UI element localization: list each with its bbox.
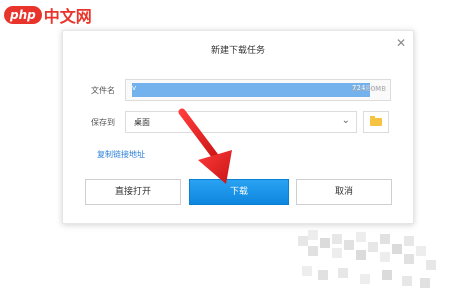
folder-icon [370,116,382,126]
blurred-watermark [298,230,436,288]
saveto-label: 保存到 [91,118,115,127]
logo-site-text: 中文网 [43,7,92,26]
screenshot: php 中文网 新建下载任务 ✕ 文件名 v 724更新版 121.00MB 保… [0,0,450,301]
saveto-select[interactable]: 桌面 ⌄ [125,111,357,133]
close-icon[interactable]: ✕ [395,37,407,49]
filename-selected-text: v [132,84,137,92]
logo-php-text: php [4,6,42,24]
chevron-down-icon[interactable]: ⌄ [342,115,350,126]
dialog-title: 新建下载任务 [210,46,265,56]
browse-folder-button[interactable] [363,111,389,133]
new-download-dialog: 新建下载任务 ✕ 文件名 v 724更新版 121.00MB 保存到 桌面 ⌄ … [62,30,414,224]
php-cn-logo: php 中文网 [4,2,92,28]
download-button[interactable]: 下载 [189,179,289,205]
copy-link-address[interactable]: 复制链接地址 [97,149,145,160]
filename-label: 文件名 [91,86,115,95]
file-size: 121.00MB [350,85,386,93]
cancel-button[interactable]: 取消 [296,179,392,205]
open-directly-button[interactable]: 直接打开 [85,179,181,205]
filename-input[interactable]: v 724更新版 121.00MB [125,79,391,101]
filename-selection [132,83,370,97]
saveto-value: 桌面 [134,118,150,127]
